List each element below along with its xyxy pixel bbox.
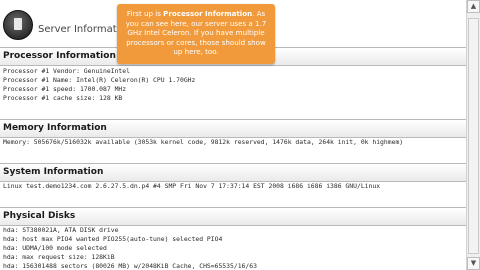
callout-emphasis: Processor Information bbox=[163, 9, 253, 18]
section-system-header: System Information bbox=[0, 163, 466, 182]
disk-line: hda: UDMA/100 mode selected bbox=[3, 244, 107, 252]
processor-line: Processor #1 speed: 1700.087 MHz bbox=[3, 85, 127, 93]
logo-icon bbox=[3, 10, 33, 40]
disk-line: hda: 156301488 sectors (80026 MB) w/2048… bbox=[3, 262, 257, 270]
processor-line: Processor #1 Vendor: GenuineIntel bbox=[3, 67, 130, 75]
disk-line: hda: ST380021A, ATA DISK drive bbox=[3, 226, 119, 234]
processor-line: Processor #1 Name: Intel(R) Celeron(R) C… bbox=[3, 76, 196, 84]
disk-line: hda: host max PIO4 wanted PIO255(auto-tu… bbox=[3, 235, 223, 243]
section-title: Memory Information bbox=[3, 123, 107, 133]
section-memory-header: Memory Information bbox=[0, 119, 466, 138]
tutorial-callout: First up is Processor Information. As yo… bbox=[117, 4, 275, 64]
callout-text: First up is Processor Information. As yo… bbox=[125, 9, 267, 56]
vertical-scrollbar[interactable]: ▲ ▼ bbox=[466, 0, 480, 270]
section-title: Processor Information bbox=[3, 51, 116, 61]
processor-line: Processor #1 cache size: 128 KB bbox=[3, 94, 123, 102]
section-title: System Information bbox=[3, 167, 104, 177]
system-line: Linux test.demo1234.com 2.6.27.5.dn.p4 #… bbox=[3, 182, 381, 190]
section-title: Physical Disks bbox=[3, 211, 76, 221]
scroll-thumb[interactable] bbox=[468, 18, 479, 254]
section-disks-header: Physical Disks bbox=[0, 207, 466, 226]
scroll-down-button[interactable]: ▼ bbox=[467, 257, 480, 270]
scroll-up-button[interactable]: ▲ bbox=[467, 0, 480, 13]
memory-line: Memory: 505676k/516032k available (3053k… bbox=[3, 138, 404, 146]
disk-line: hda: max request size: 128KiB bbox=[3, 253, 115, 261]
